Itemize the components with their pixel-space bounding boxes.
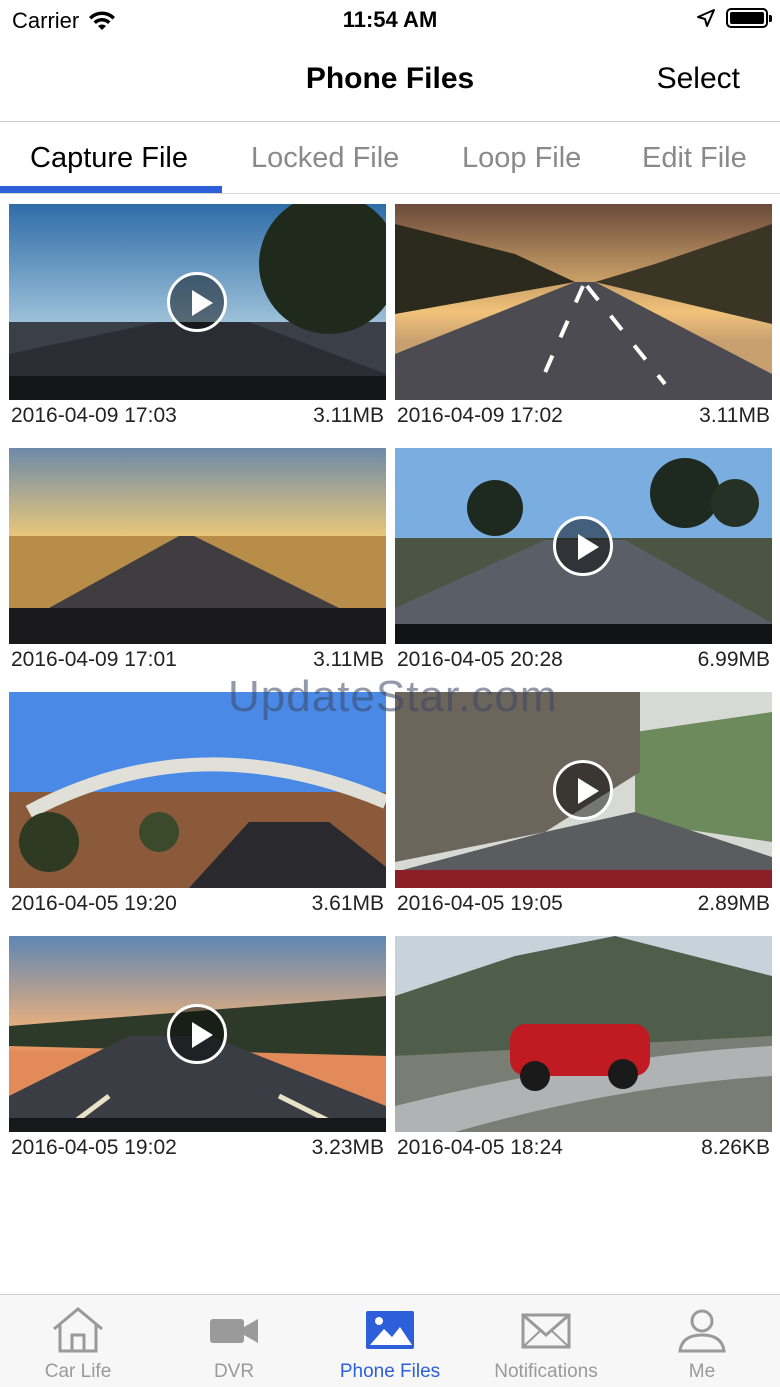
file-size: 3.11MB — [313, 404, 384, 427]
select-button[interactable]: Select — [657, 62, 740, 96]
tabbar-label: Car Life — [44, 1361, 112, 1382]
file-size: 6.99MB — [697, 648, 770, 671]
file-date: 2016-04-05 19:05 — [397, 892, 563, 915]
file-date: 2016-04-05 20:28 — [397, 648, 563, 671]
tabbar-me[interactable]: Me — [624, 1295, 780, 1387]
file-type-tabs: Capture File Locked File Loop File Edit … — [0, 122, 780, 194]
file-size: 3.11MB — [313, 648, 384, 671]
tabbar-label: DVR — [213, 1361, 255, 1382]
file-size: 8.26KB — [701, 1136, 770, 1159]
file-size: 2.89MB — [697, 892, 770, 915]
tab-edit-file[interactable]: Edit File — [642, 142, 747, 175]
video-camera-icon — [210, 1319, 258, 1343]
tabbar-dvr[interactable]: DVR — [156, 1295, 312, 1387]
file-size: 3.61MB — [311, 892, 384, 915]
file-date: 2016-04-09 17:01 — [11, 648, 177, 671]
photo-icon — [366, 1311, 414, 1349]
watermark: UpdateStar.com — [228, 672, 558, 721]
play-icon[interactable] — [553, 760, 613, 820]
file-date: 2016-04-09 17:03 — [11, 404, 177, 427]
envelope-icon — [521, 1313, 571, 1349]
tabbar-label: Phone Files — [339, 1361, 441, 1382]
bottom-tab-bar: Car Life DVR Phone Files Notifications M… — [0, 1294, 780, 1387]
file-date: 2016-04-05 18:24 — [397, 1136, 563, 1159]
tabbar-car-life[interactable]: Car Life — [0, 1295, 156, 1387]
photo-thumbnail[interactable] — [9, 448, 386, 644]
navigation-bar: Phone Files Select — [0, 40, 780, 122]
tab-capture-file[interactable]: Capture File — [30, 142, 188, 175]
photo-thumbnail[interactable] — [395, 204, 772, 400]
file-size: 3.23MB — [311, 1136, 384, 1159]
status-bar: Carrier 11:54 AM — [0, 0, 780, 40]
tabbar-notifications[interactable]: Notifications — [468, 1295, 624, 1387]
tab-locked-file[interactable]: Locked File — [251, 142, 399, 175]
video-thumbnail[interactable] — [395, 448, 772, 644]
person-icon — [678, 1309, 726, 1353]
file-date: 2016-04-09 17:02 — [397, 404, 563, 427]
photo-thumbnail[interactable] — [395, 936, 772, 1132]
tabbar-label: Notifications — [494, 1361, 598, 1382]
play-icon[interactable] — [553, 516, 613, 576]
house-icon — [53, 1307, 103, 1353]
video-thumbnail[interactable] — [9, 936, 386, 1132]
battery-icon — [726, 8, 772, 28]
tab-active-indicator — [0, 186, 222, 193]
play-icon[interactable] — [167, 272, 227, 332]
file-size: 3.11MB — [699, 404, 770, 427]
tab-loop-file[interactable]: Loop File — [462, 142, 581, 175]
tabbar-phone-files[interactable]: Phone Files — [312, 1295, 468, 1387]
tabbar-label: Me — [688, 1361, 716, 1382]
status-time: 11:54 AM — [342, 7, 438, 32]
play-icon[interactable] — [167, 1004, 227, 1064]
video-thumbnail[interactable] — [9, 204, 386, 400]
file-date: 2016-04-05 19:02 — [11, 1136, 177, 1159]
location-arrow-icon — [697, 9, 715, 27]
status-right — [696, 8, 772, 28]
file-date: 2016-04-05 19:20 — [11, 892, 177, 915]
